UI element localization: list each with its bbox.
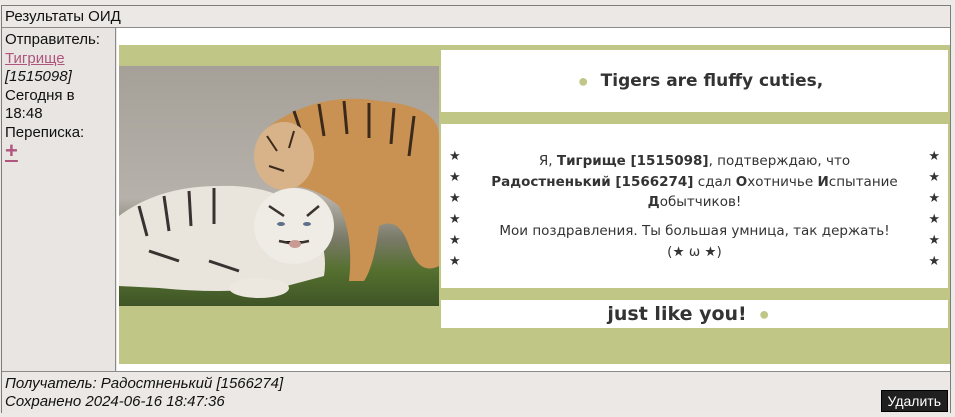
msg-part: обытчиков! xyxy=(659,194,742,210)
star-icon: ★ xyxy=(928,170,940,185)
card-message-box: ★ ★ ★ ★ ★ ★ ★ ★ ★ ★ ★ ★ Я, Тигрище [1515… xyxy=(441,124,948,288)
msg-part: спытание xyxy=(828,173,898,190)
star-icon: ★ xyxy=(928,212,940,227)
star-icon: ★ xyxy=(449,191,461,206)
msg-part: хотничье xyxy=(747,173,818,190)
star-icon: ★ xyxy=(928,191,940,206)
right-star-column: ★ ★ ★ ★ ★ ★ xyxy=(928,146,940,272)
msg-part: Я, xyxy=(538,153,557,169)
correspondence-add-link[interactable]: + xyxy=(5,138,18,163)
bullet-icon: ● xyxy=(758,303,770,324)
star-icon: ★ xyxy=(449,149,461,164)
message-content: ● Tigers are fluffy cuties, ★ ★ ★ ★ ★ ★ … xyxy=(117,28,950,371)
msg-initial: О xyxy=(735,173,748,190)
message-footer: Получатель: Радостненький [1566274] Сохр… xyxy=(2,371,950,413)
saved-timestamp: Сохранено 2024-06-16 18:47:36 xyxy=(5,393,225,410)
message-frame: Результаты ОИД Отправитель: Тигрище [151… xyxy=(1,5,951,413)
left-star-column: ★ ★ ★ ★ ★ ★ xyxy=(449,146,461,272)
msg-initial: Д xyxy=(647,194,660,210)
delete-button[interactable]: Удалить xyxy=(880,390,948,412)
msg-sender-name: Тигрище [1515098] xyxy=(556,153,709,169)
star-icon: ★ xyxy=(928,149,940,164)
recipient-line: Получатель: Радостненький [1566274] xyxy=(5,375,284,392)
card-bottom-box: just like you! ● xyxy=(441,300,948,328)
msg-congrats: Мои поздравления. Ты большая умница, так… xyxy=(499,223,890,239)
msg-emoticon: (★ ω ★) xyxy=(667,244,722,260)
card-bottom-text: just like you! xyxy=(607,303,747,325)
sender-panel: Отправитель: Тигрище [1515098] Сегодня в… xyxy=(2,28,116,371)
star-icon: ★ xyxy=(449,170,461,185)
star-icon: ★ xyxy=(449,233,461,248)
star-icon: ★ xyxy=(928,254,940,269)
message-title: Результаты ОИД xyxy=(2,6,950,28)
sender-id: [1515098] xyxy=(5,68,72,85)
star-icon: ★ xyxy=(449,212,461,227)
msg-recipient-name: Радостненький [1566274] xyxy=(491,173,694,190)
sender-date: Сегодня в xyxy=(5,86,75,104)
card-top-text: Tigers are fluffy cuties, xyxy=(600,71,824,91)
tigers-photo-drawing xyxy=(119,66,439,306)
sender-time: 18:48 xyxy=(5,105,43,122)
msg-initial: И xyxy=(817,173,829,190)
star-icon: ★ xyxy=(928,233,940,248)
msg-part: , подтверждаю, что xyxy=(708,153,851,169)
msg-part: сдал xyxy=(693,173,736,190)
sender-name-link[interactable]: Тигрище xyxy=(5,50,65,67)
correspondence-label: Переписка: xyxy=(5,123,85,141)
sender-label: Отправитель: xyxy=(5,31,100,48)
bullet-icon: ● xyxy=(577,70,589,91)
tigers-photo xyxy=(119,66,439,306)
card-top-box: ● Tigers are fluffy cuties, xyxy=(441,50,948,112)
star-icon: ★ xyxy=(449,254,461,269)
card-message-text: Я, Тигрище [1515098], подтверждаю, что Ра… xyxy=(471,151,918,213)
card-congrats-text: Мои поздравления. Ты большая умница, так… xyxy=(471,221,918,263)
